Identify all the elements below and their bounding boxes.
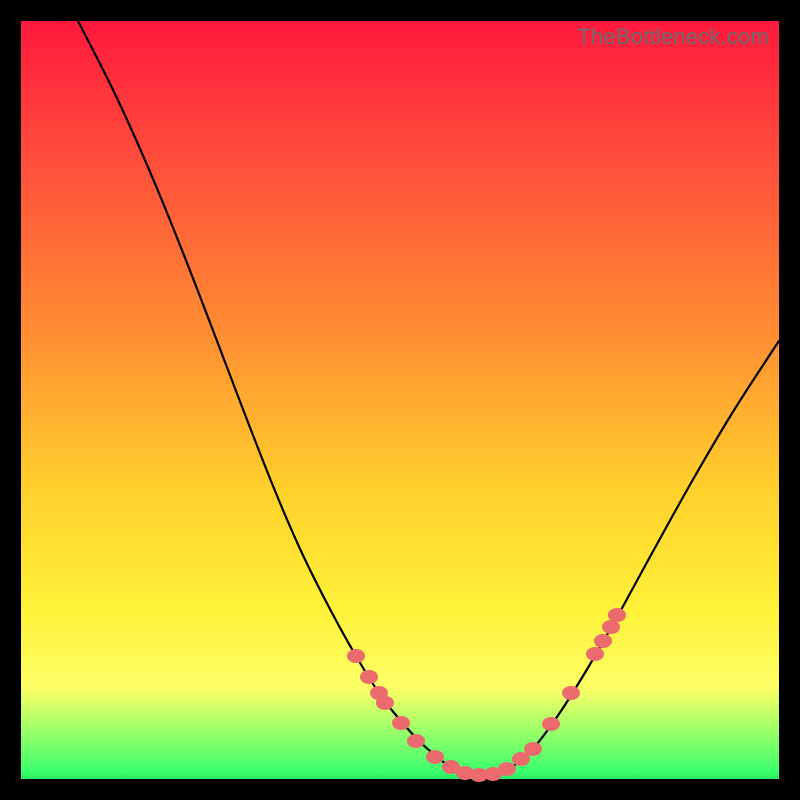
data-marker [426,750,444,764]
data-marker [498,762,516,776]
data-marker [360,670,378,684]
data-marker [586,647,604,661]
plot-area: TheBottleneck.com [21,21,779,779]
data-marker [392,716,410,730]
curve-path [78,21,779,775]
data-marker [608,608,626,622]
curve-markers [347,608,626,782]
data-marker [347,649,365,663]
data-marker [602,620,620,634]
data-marker [542,717,560,731]
data-marker [407,734,425,748]
data-marker [594,634,612,648]
data-marker [562,686,580,700]
chart-frame: TheBottleneck.com [0,0,800,800]
data-marker [376,696,394,710]
bottleneck-curve [21,21,779,779]
data-marker [524,742,542,756]
